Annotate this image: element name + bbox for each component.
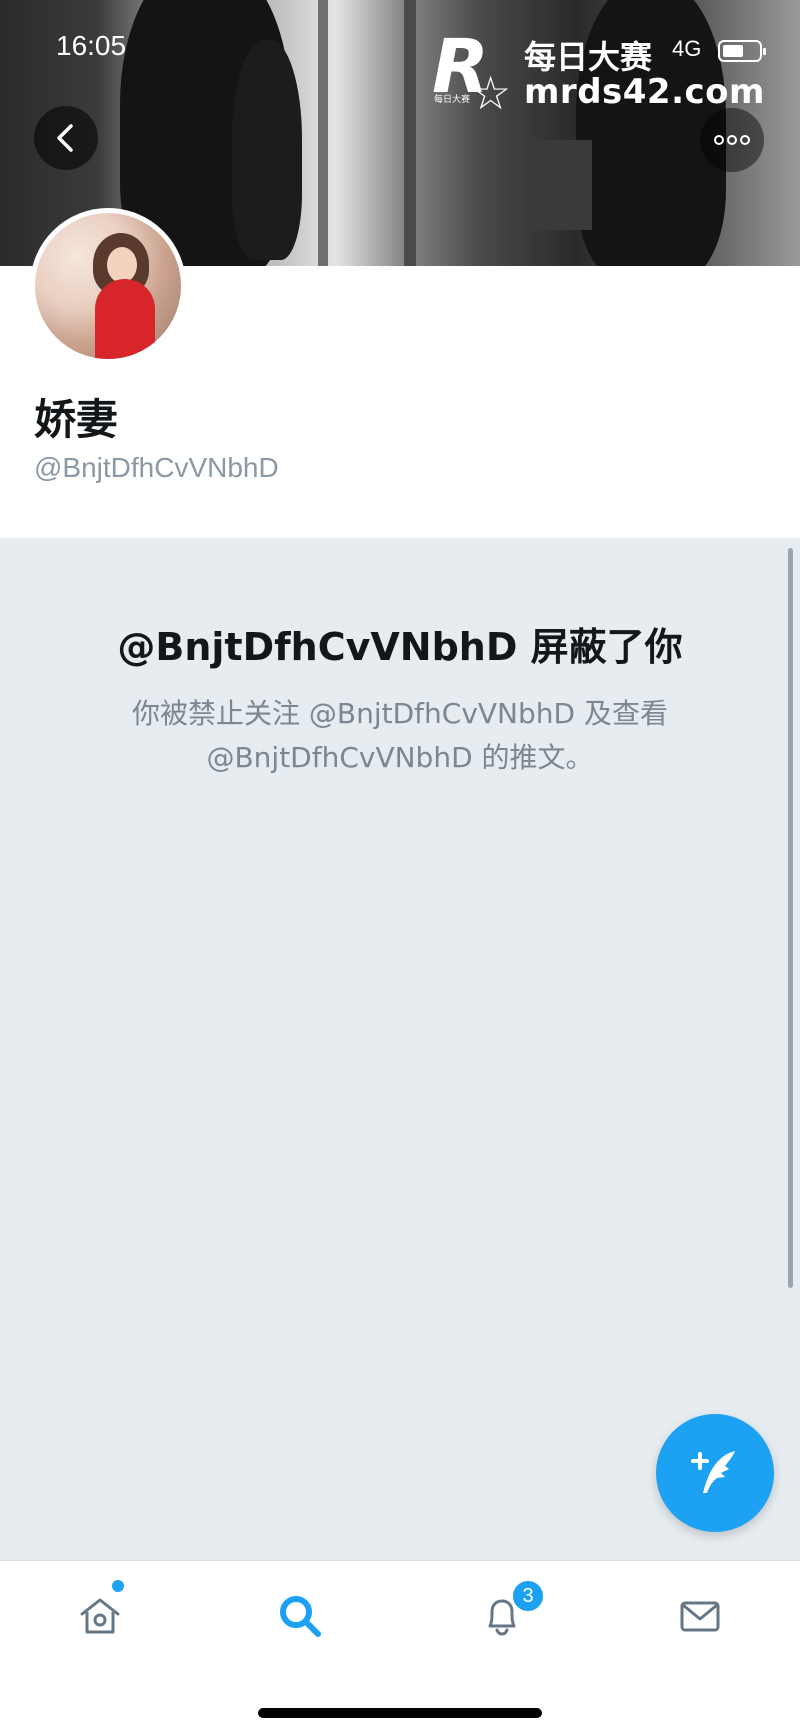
status-time: 16:05 (56, 30, 127, 61)
star-icon: ☆ (470, 66, 512, 120)
home-icon (80, 1598, 120, 1634)
blocked-title: @BnjtDfhCvVNbhD 屏蔽了你 (117, 625, 683, 669)
watermark-logo: R ☆ 每日大赛 (430, 24, 511, 116)
avatar[interactable] (30, 208, 186, 364)
chevron-left-icon (57, 124, 73, 152)
profile-name: 娇妻 (34, 395, 119, 444)
blocked-description-line1: 你被禁止关注 @BnjtDfhCvVNbhD 及查看 (132, 697, 668, 730)
tab-search[interactable] (268, 1584, 332, 1648)
profile-handle: @BnjtDfhCvVNbhD (34, 452, 279, 483)
blocked-description-line2: @BnjtDfhCvVNbhD 的推文。 (206, 741, 594, 774)
battery-icon (718, 40, 766, 62)
compose-feather-icon (691, 1451, 735, 1493)
blocked-description: 你被禁止关注 @BnjtDfhCvVNbhD 及查看 @BnjtDfhCvVNb… (80, 692, 720, 780)
watermark-logo-small-text: 每日大赛 (434, 95, 471, 105)
tab-messages[interactable] (668, 1584, 732, 1648)
notifications-badge: 3 (510, 1578, 546, 1614)
search-icon (280, 1596, 321, 1637)
compose-tweet-button[interactable] (656, 1414, 774, 1532)
more-options-button[interactable] (700, 108, 764, 172)
home-unread-dot (112, 1580, 124, 1592)
tab-home[interactable] (68, 1584, 132, 1648)
home-indicator[interactable] (258, 1708, 542, 1718)
watermark-url: mrds42.com (524, 72, 765, 112)
messages-icon (680, 1601, 720, 1632)
back-button[interactable] (34, 106, 98, 170)
more-dots-icon (714, 135, 750, 145)
network-indicator: 4G (672, 36, 702, 61)
profile-screen: 16:05 4G R ☆ 每日大赛 每日大赛 mrds42.com 娇妻 @Bn… (0, 0, 800, 1736)
